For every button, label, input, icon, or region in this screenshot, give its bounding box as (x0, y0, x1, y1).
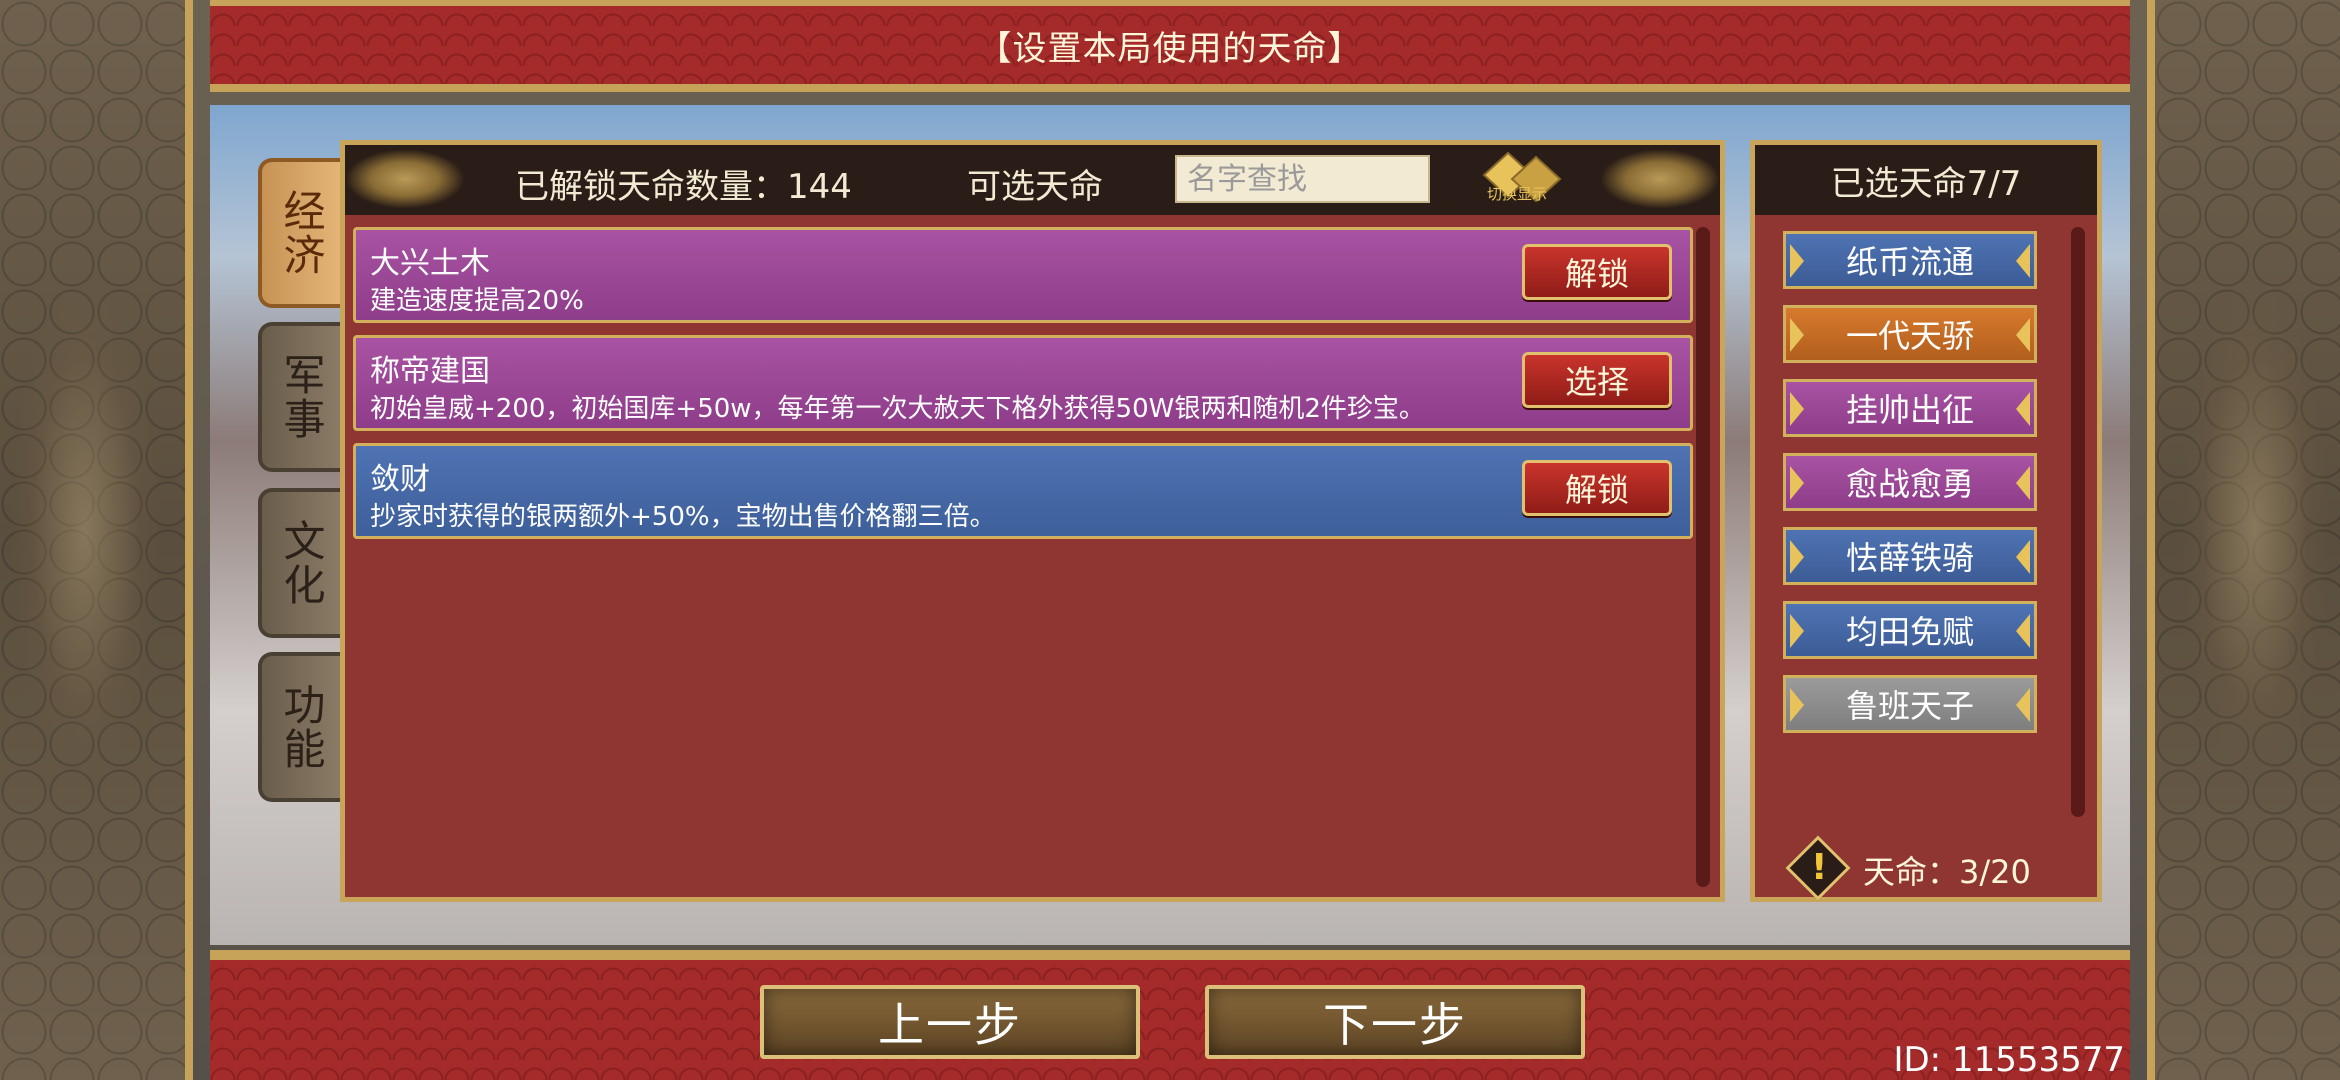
chosen-fate-item[interactable]: 愈战愈勇 (1783, 453, 2037, 511)
warning-mark: ! (1811, 847, 1828, 888)
list-item: 敛财 抄家时获得的银两额外+50%，宝物出售价格翻三倍。 解锁 (353, 443, 1693, 539)
next-step-button[interactable]: 下一步 (1205, 985, 1585, 1059)
item-name: 敛财 (370, 462, 430, 497)
tab-label: 功能 (277, 683, 326, 771)
player-id: ID: 11553577 (1893, 1040, 2125, 1080)
item-name: 大兴土木 (370, 246, 490, 281)
chosen-fate-item[interactable]: 纸币流通 (1783, 231, 2037, 289)
fate-count: 天命：3/20 (1863, 853, 2031, 891)
chosen-scrollbar[interactable] (2071, 227, 2085, 817)
item-desc: 建造速度提高20% (370, 286, 584, 316)
list-item: 称帝建国 初始皇威+200，初始国库+50w，每年第一次大赦天下格外获得50W银… (353, 335, 1693, 431)
tab-label: 军事 (277, 353, 326, 441)
tab-function[interactable]: 功能 (258, 652, 340, 802)
dragon-decor-right (2180, 280, 2330, 780)
dragon-ornament-left (345, 149, 465, 209)
list-item: 大兴土木 建造速度提高20% 解锁 (353, 227, 1693, 323)
chosen-fate-item[interactable]: 鲁班天子 (1783, 675, 2037, 733)
prev-step-button[interactable]: 上一步 (760, 985, 1140, 1059)
left-decor (0, 0, 185, 1080)
item-desc: 初始皇威+200，初始国库+50w，每年第一次大赦天下格外获得50W银两和随机2… (370, 394, 1425, 424)
toggle-display-label: 切换显示 (1487, 185, 1548, 203)
chosen-panel: 已选天命7/7 纸币流通 一代天骄 挂帅出征 愈战愈勇 怯薛铁骑 均田免赋 鲁班… (1750, 140, 2102, 902)
tab-military[interactable]: 军事 (258, 322, 340, 472)
unlock-button[interactable]: 解锁 (1522, 244, 1672, 300)
title-bar: 【设置本局使用的天命】 (210, 0, 2130, 92)
list-header: 已解锁天命数量：144 可选天命 切换显示 (345, 145, 1720, 215)
item-name: 称帝建国 (370, 354, 490, 389)
selectable-label: 可选天命 (967, 167, 1103, 207)
right-decor (2155, 0, 2340, 1080)
page-title: 【设置本局使用的天命】 (977, 28, 1363, 69)
chosen-fate-item[interactable]: 怯薛铁骑 (1783, 527, 2037, 585)
bottom-bar (210, 950, 2130, 1080)
unlock-button[interactable]: 解锁 (1522, 460, 1672, 516)
fate-list: 大兴土木 建造速度提高20% 解锁 称帝建国 初始皇威+200，初始国库+50w… (353, 227, 1693, 551)
tab-label: 经济 (277, 189, 326, 277)
fate-list-panel: 已解锁天命数量：144 可选天命 切换显示 大兴土木 建造速度提高20% 解锁 … (340, 140, 1725, 902)
list-scrollbar[interactable] (1696, 227, 1710, 887)
tab-label: 文化 (277, 519, 326, 607)
dragon-decor-left (10, 280, 160, 780)
tab-economy[interactable]: 经济 (258, 158, 340, 308)
select-button[interactable]: 选择 (1522, 352, 1672, 408)
chosen-fate-item[interactable]: 均田免赋 (1783, 601, 2037, 659)
dragon-ornament-right (1600, 149, 1720, 209)
unlock-count: 已解锁天命数量：144 (515, 167, 852, 207)
item-desc: 抄家时获得的银两额外+50%，宝物出售价格翻三倍。 (370, 502, 996, 532)
chosen-fate-item[interactable]: 一代天骄 (1783, 305, 2037, 363)
chosen-fate-item[interactable]: 挂帅出征 (1783, 379, 2037, 437)
tab-culture[interactable]: 文化 (258, 488, 340, 638)
search-input[interactable] (1175, 155, 1430, 203)
chosen-header: 已选天命7/7 (1755, 145, 2097, 215)
